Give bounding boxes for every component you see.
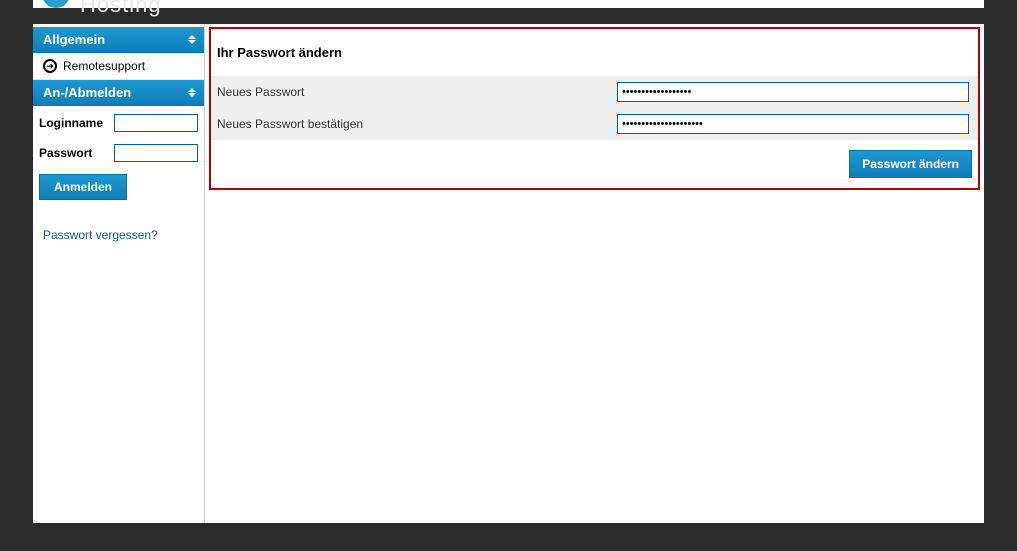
change-password-panel: Ihr Passwort ändern Neues Passwort Neues… bbox=[209, 27, 980, 190]
arrow-right-circle-icon: ➔ bbox=[43, 59, 57, 73]
sidebar-section-login-label: An-/Abmelden bbox=[43, 85, 131, 100]
change-password-button[interactable]: Passwort ändern bbox=[849, 150, 972, 178]
chevron-updown-icon bbox=[188, 35, 196, 44]
new-password-input[interactable] bbox=[617, 82, 969, 102]
sidebar: Allgemein ➔ Remotesupport An-/Abmelden L… bbox=[33, 24, 205, 523]
loginname-input[interactable] bbox=[114, 114, 198, 132]
sidebar-section-general-label: Allgemein bbox=[43, 32, 105, 47]
panel-title: Ihr Passwort ändern bbox=[211, 29, 978, 76]
sidebar-section-general[interactable]: Allgemein bbox=[33, 27, 204, 53]
password-input[interactable] bbox=[114, 144, 198, 162]
sidebar-section-login[interactable]: An-/Abmelden bbox=[33, 80, 204, 106]
header-band bbox=[33, 0, 984, 8]
password-label: Passwort bbox=[39, 146, 110, 160]
chevron-updown-icon bbox=[188, 88, 196, 97]
logo-text: Hosting bbox=[80, 0, 162, 18]
loginname-label: Loginname bbox=[39, 116, 110, 130]
sidebar-item-remotesupport[interactable]: ➔ Remotesupport bbox=[33, 53, 204, 80]
new-password-label: Neues Passwort bbox=[217, 85, 617, 99]
forgot-password-link[interactable]: Passwort vergessen? bbox=[43, 228, 198, 242]
login-button[interactable]: Anmelden bbox=[39, 174, 127, 200]
sidebar-item-label: Remotesupport bbox=[63, 59, 145, 73]
main-content: Ihr Passwort ändern Neues Passwort Neues… bbox=[205, 24, 984, 523]
field-block: Neues Passwort Neues Passwort bestätigen bbox=[211, 76, 978, 140]
login-form: Loginname Passwort Anmelden Passwort ver… bbox=[33, 106, 204, 242]
confirm-password-input[interactable] bbox=[617, 114, 969, 134]
confirm-password-label: Neues Passwort bestätigen bbox=[217, 117, 617, 131]
app-container: Allgemein ➔ Remotesupport An-/Abmelden L… bbox=[33, 24, 984, 523]
